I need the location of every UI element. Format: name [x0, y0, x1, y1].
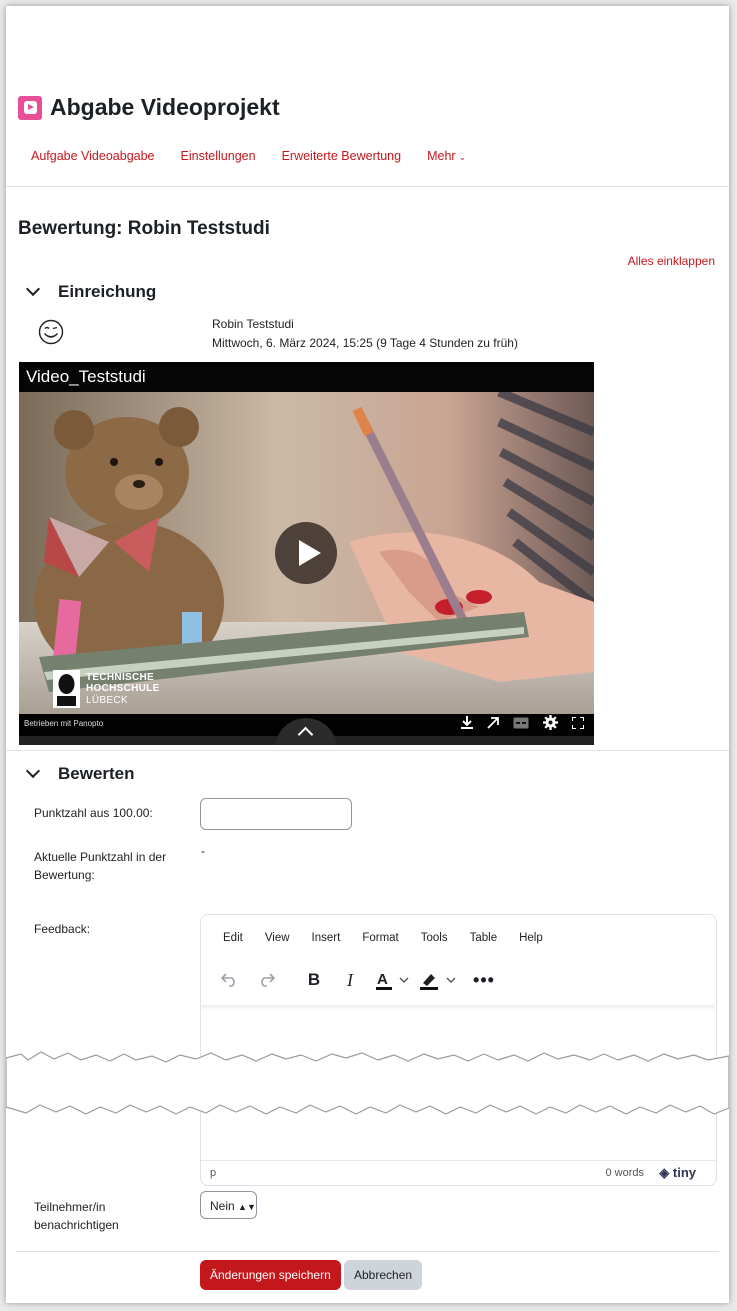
nav-erweiterte-bewertung[interactable]: Erweiterte Bewertung [282, 149, 402, 163]
logo-line-3: LÜBECK [86, 694, 128, 706]
grade-input[interactable] [200, 798, 352, 830]
student-name: Robin Teststudi [212, 317, 294, 331]
chevron-down-icon [25, 763, 41, 779]
highlight-color-icon[interactable] [419, 967, 459, 993]
secondary-navigation: Aufgabe Videoabgabe Einstellungen Erweit… [31, 149, 492, 163]
chevron-down-icon [25, 281, 41, 297]
video-controls [447, 714, 585, 736]
powered-by-text: Betrieben mit Panopto [24, 719, 104, 728]
editor-toolbar: B I A ••• [219, 967, 495, 993]
video-assignment-icon [18, 95, 42, 120]
editor-path: p [210, 1167, 217, 1179]
logo-line-2: HOCHSCHULE [86, 683, 160, 695]
notify-label: Teilnehmer/in benachrichtigen [34, 1200, 119, 1232]
text-color-icon[interactable]: A [375, 967, 411, 993]
editor-menu-edit[interactable]: Edit [223, 932, 243, 944]
page-title: Abgabe Videoprojekt [50, 94, 280, 120]
page-header: Abgabe Videoprojekt [18, 94, 280, 121]
feedback-label: Feedback: [34, 922, 91, 936]
editor-menu-insert[interactable]: Insert [312, 932, 341, 944]
bold-icon[interactable]: B [303, 967, 325, 993]
grade-label: Punktzahl aus 100.00: [34, 806, 153, 820]
settings-gear-icon[interactable] [543, 715, 558, 735]
redo-icon[interactable] [255, 967, 277, 993]
university-logo-icon [53, 670, 80, 708]
grading-section-title: Bewerten [58, 764, 135, 783]
select-arrows-icon: ▲▼ [238, 1202, 256, 1212]
editor-menu-view[interactable]: View [265, 932, 290, 944]
editor-statusbar: p 0 words ◈ tiny [201, 1160, 716, 1185]
tiny-logo-icon: ◈ [659, 1165, 670, 1180]
smiley-avatar-icon [38, 319, 64, 345]
grading-heading: Bewertung: Robin Teststudi [18, 218, 270, 239]
svg-text:A: A [377, 971, 388, 988]
play-icon[interactable] [275, 522, 337, 584]
current-grade-label: Aktuelle Punktzahl in der Bewertung: [34, 850, 167, 882]
more-options-icon[interactable]: ••• [473, 967, 495, 993]
save-changes-button[interactable]: Änderungen speichern [200, 1260, 341, 1290]
download-icon[interactable] [461, 716, 473, 734]
nav-more-label: Mehr [427, 149, 456, 163]
nav-more-menu[interactable]: Mehr ⌄ [427, 149, 466, 163]
chevron-down-icon: ⌄ [458, 152, 467, 162]
cancel-button[interactable]: Abbrechen [344, 1260, 423, 1290]
tiny-logo-text: tiny [672, 1165, 696, 1180]
screenshot-tear [6, 1051, 729, 1115]
university-logo: TECHNISCHE HOCHSCHULE LÜBECK [53, 670, 160, 708]
captions-icon[interactable] [513, 716, 529, 734]
submission-info: Robin Teststudi Mittwoch, 6. März 2024, … [212, 315, 518, 353]
fullscreen-icon[interactable] [571, 716, 585, 734]
open-external-icon[interactable] [487, 716, 499, 734]
video-player[interactable]: Video_Teststudi TECHNISCHE HOCHSCHULE LÜ… [19, 362, 594, 745]
grading-section-toggle[interactable]: Bewerten [25, 763, 135, 784]
tiny-logo: ◈ tiny [659, 1165, 696, 1181]
editor-menu-format[interactable]: Format [362, 932, 398, 944]
logo-line-1: TECHNISCHE [86, 671, 155, 683]
notify-select[interactable]: Nein ▲▼ [200, 1191, 257, 1219]
divider [6, 750, 729, 751]
editor-content-area[interactable] [202, 1005, 715, 1011]
editor-menu-help[interactable]: Help [519, 932, 543, 944]
nav-einstellungen[interactable]: Einstellungen [181, 149, 256, 163]
submission-date: Mittwoch, 6. März 2024, 15:25 (9 Tage 4 … [212, 336, 518, 350]
editor-menubar: Edit View Insert Format Tools Table Help [223, 932, 565, 944]
submission-section-title: Einreichung [58, 282, 157, 301]
undo-icon[interactable] [219, 967, 241, 993]
notify-value: Nein [210, 1199, 235, 1213]
editor-menu-tools[interactable]: Tools [421, 932, 448, 944]
editor-wordcount[interactable]: 0 words [605, 1167, 644, 1179]
editor-menu-table[interactable]: Table [470, 932, 498, 944]
page-sheet: Abgabe Videoprojekt Aufgabe Videoabgabe … [6, 6, 729, 1303]
submission-section-toggle[interactable]: Einreichung [25, 281, 157, 302]
current-grade-value: - [201, 844, 205, 858]
divider [16, 1251, 719, 1252]
nav-aufgabe-videoabgabe[interactable]: Aufgabe Videoabgabe [31, 149, 155, 163]
video-title: Video_Teststudi [19, 362, 594, 392]
divider [6, 186, 729, 187]
collapse-all-link[interactable]: Alles einklappen [628, 254, 715, 268]
italic-icon[interactable]: I [339, 967, 361, 993]
